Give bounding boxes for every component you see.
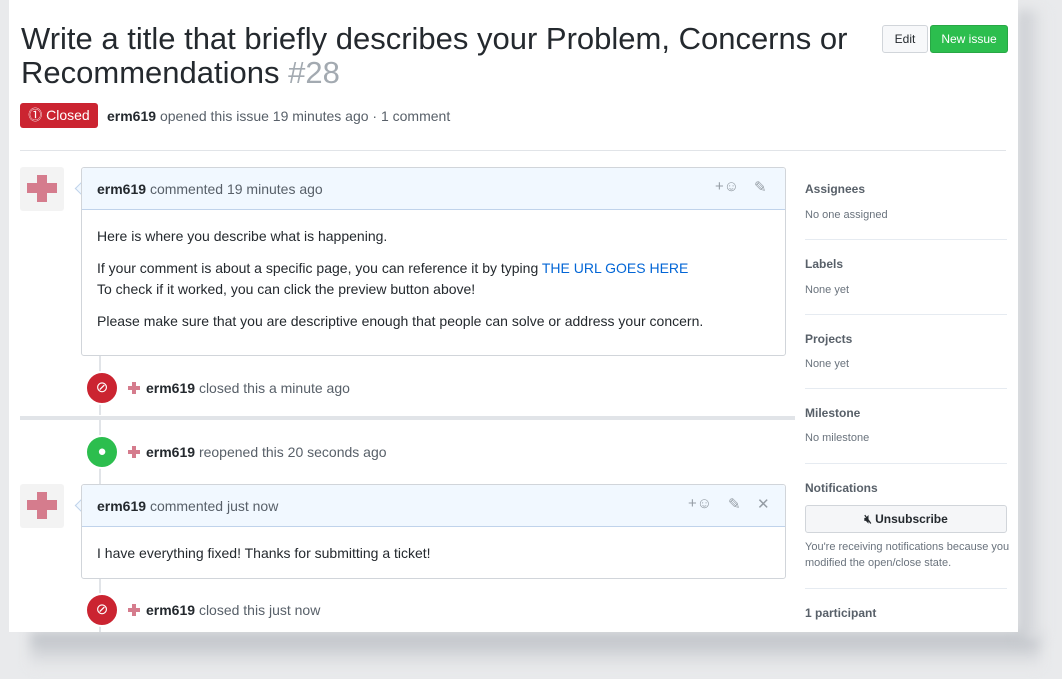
comment-author-line: erm619 commented 19 minutes ago <box>97 181 323 197</box>
circle-slash-icon: ⊘ <box>85 371 119 405</box>
circle-slash-icon: ⊘ <box>85 593 119 627</box>
mini-avatar[interactable] <box>126 380 142 396</box>
sidebar-divider <box>805 388 1007 389</box>
comment-body: Here is where you describe what is happe… <box>97 226 770 343</box>
opened-text: opened this issue 19 minutes ago · 1 com… <box>159 108 451 124</box>
header-divider <box>20 150 1006 151</box>
mini-avatar[interactable] <box>126 602 142 618</box>
sidebar-milestone-label[interactable]: Milestone <box>805 406 860 420</box>
comment-author[interactable]: erm619 <box>97 498 146 514</box>
comment-author-line: erm619 commented just now <box>97 498 278 514</box>
mini-avatar[interactable] <box>126 444 142 460</box>
sidebar-divider <box>805 314 1007 315</box>
sidebar-notifications-label: Notifications <box>805 481 878 495</box>
sidebar-labels-value: None yet <box>805 284 850 296</box>
issue-title: Write a title that briefly describes you… <box>21 22 851 90</box>
event-author[interactable]: erm619 <box>146 602 195 618</box>
edit-button[interactable]: Edit <box>882 25 928 53</box>
event-text: reopened this 20 seconds ago <box>198 444 387 460</box>
comment-author[interactable]: erm619 <box>97 181 146 197</box>
smiley-icon[interactable]: +☺ <box>688 495 712 512</box>
sidebar-milestone-value: No milestone <box>805 432 870 444</box>
comment-body: I have everything fixed! Thanks for subm… <box>97 543 770 575</box>
notification-reason: You're receiving notifications because y… <box>805 541 1010 569</box>
issue-page: Write a title that briefly describes you… <box>9 0 1018 632</box>
author-link[interactable]: erm619 <box>107 108 156 124</box>
comment-paragraph: Here is where you describe what is happe… <box>97 228 388 244</box>
sidebar-projects-label[interactable]: Projects <box>805 332 852 346</box>
dot-icon: ● <box>85 435 119 469</box>
mute-icon: 🔇︎ <box>864 512 872 526</box>
issue-closed-icon: ⓵ <box>28 107 43 123</box>
url-link[interactable]: THE URL GOES HERE <box>542 260 689 276</box>
window-shadow-right <box>1018 10 1044 640</box>
sidebar-labels-label[interactable]: Labels <box>805 257 843 271</box>
issue-meta: erm619 opened this issue 19 minutes ago … <box>107 108 450 124</box>
issue-title-text: Write a title that briefly describes you… <box>21 21 848 90</box>
issue-number: #28 <box>288 55 340 90</box>
sidebar-divider <box>805 239 1007 240</box>
comment-header: erm619 commented just now +☺ ✎ ✕ <box>82 485 785 527</box>
smiley-icon[interactable]: +☺ <box>715 178 739 195</box>
status-label: Closed <box>46 107 90 123</box>
comment-time[interactable]: commented 19 minutes ago <box>150 181 323 197</box>
event-text: closed this just now <box>198 602 321 618</box>
event-author[interactable]: erm619 <box>146 380 195 396</box>
comment: erm619 commented just now +☺ ✎ ✕ I have … <box>81 484 786 579</box>
event-text: closed this a minute ago <box>198 380 350 396</box>
avatar[interactable] <box>20 167 64 211</box>
sidebar-divider <box>805 463 1007 464</box>
unsubscribe-button[interactable]: 🔇︎ Unsubscribe <box>805 505 1007 533</box>
sidebar-projects-value: None yet <box>805 358 850 370</box>
timeline-event: erm619 closed this a minute ago <box>126 380 350 396</box>
event-author[interactable]: erm619 <box>146 444 195 460</box>
window-shadow <box>30 632 1040 668</box>
pencil-icon[interactable]: ✎ <box>728 495 741 513</box>
comment-paragraph: I have everything fixed! Thanks for subm… <box>97 545 431 561</box>
new-issue-button[interactable]: New issue <box>930 25 1008 53</box>
comment: erm619 commented 19 minutes ago +☺ ✎ Her… <box>81 167 786 356</box>
sidebar-assignees-label[interactable]: Assignees <box>805 182 865 196</box>
pencil-icon[interactable]: ✎ <box>754 178 767 196</box>
timeline-event: erm619 reopened this 20 seconds ago <box>126 444 387 460</box>
comment-time[interactable]: commented just now <box>150 498 278 514</box>
comment-header: erm619 commented 19 minutes ago +☺ ✎ <box>82 168 785 210</box>
unsubscribe-label: Unsubscribe <box>875 512 948 526</box>
sidebar-divider <box>805 588 1007 589</box>
discussion-divider <box>20 416 795 420</box>
x-icon[interactable]: ✕ <box>757 495 770 513</box>
comment-paragraph: Please make sure that you are descriptiv… <box>97 313 704 329</box>
status-badge: ⓵ Closed <box>20 103 98 128</box>
timeline-event: erm619 closed this just now <box>126 602 320 618</box>
comment-paragraph: If your comment is about a specific page… <box>97 260 689 297</box>
avatar[interactable] <box>20 484 64 528</box>
sidebar-participants-label: 1 participant <box>805 606 877 620</box>
sidebar-assignees-value: No one assigned <box>805 209 888 221</box>
